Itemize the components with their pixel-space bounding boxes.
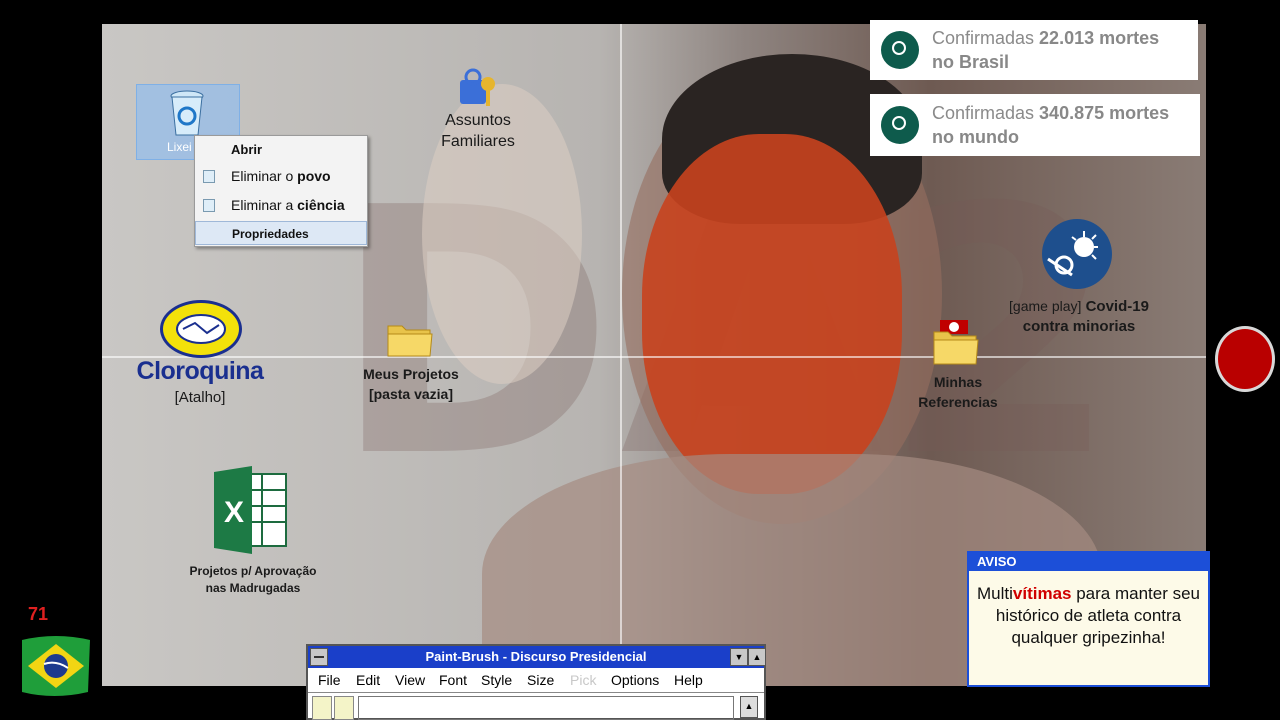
whatsapp-icon bbox=[881, 106, 919, 144]
menu-help[interactable]: Help bbox=[674, 668, 703, 692]
covid-game-icon[interactable] bbox=[1042, 219, 1112, 289]
scissors-tool-icon[interactable] bbox=[312, 696, 332, 720]
covid-game-label-line1: [game play] Covid-19 bbox=[1009, 298, 1149, 315]
assuntos-familiares-label: Assuntos Familiares bbox=[441, 112, 515, 150]
menu-item-eliminate-people-label: Eliminar o povo bbox=[231, 168, 331, 184]
covid-game-label-line2: contra minorias bbox=[1022, 318, 1136, 335]
paintbrush-title: Paint-Brush - Discurso Presidencial bbox=[425, 649, 647, 664]
minimize-button[interactable]: ▼ bbox=[730, 648, 748, 666]
notification-world-text: Confirmadas 340.875 mortes no mundo bbox=[932, 103, 1170, 147]
menu-options[interactable]: Options bbox=[611, 668, 659, 692]
menu-item-eliminate-people[interactable]: Eliminar o povo bbox=[195, 162, 367, 190]
excel-projects-label: Projetos p/ Aprovação nas Madrugadas bbox=[189, 564, 317, 595]
brazil-flag-icon bbox=[22, 636, 90, 696]
folder-icon[interactable] bbox=[386, 318, 434, 358]
menu-item-open[interactable]: Abrir bbox=[195, 136, 367, 164]
paintbrush-menubar: File Edit View Font Style Size Pick Opti… bbox=[308, 668, 764, 693]
notification-brazil-text: Confirmadas 22.013 mortes no Brasil bbox=[932, 28, 1160, 72]
handshake-logo-icon[interactable] bbox=[160, 300, 242, 358]
menu-item-properties[interactable]: Propriedades bbox=[195, 221, 367, 245]
excel-icon[interactable]: X bbox=[212, 466, 288, 554]
menu-item-properties-label: Propriedades bbox=[232, 227, 309, 241]
system-menu-button[interactable] bbox=[310, 648, 328, 666]
menu-font[interactable]: Font bbox=[439, 668, 467, 692]
menu-item-eliminate-science-label: Eliminar a ciência bbox=[231, 197, 345, 213]
virus-icon bbox=[1047, 231, 1098, 277]
menu-pick: Pick bbox=[570, 672, 597, 688]
recycle-bin-icon bbox=[170, 90, 204, 136]
maximize-button[interactable]: ▲ bbox=[748, 648, 766, 666]
notification-brazil: Confirmadas 22.013 mortes no Brasil bbox=[870, 20, 1198, 80]
cloroquina-shortcut-label: [Atalho] bbox=[174, 389, 226, 406]
folder-flag-icon[interactable] bbox=[932, 318, 980, 366]
recycle-bin-label: Lixei bbox=[167, 140, 192, 154]
meus-projetos-label: Meus Projetos [pasta vazia] bbox=[363, 366, 459, 402]
paintbrush-title-bar: Paint-Brush - Discurso Presidencial bbox=[308, 646, 764, 668]
menu-style[interactable]: Style bbox=[481, 668, 512, 692]
key-lock-icon[interactable] bbox=[458, 68, 498, 108]
menu-size[interactable]: Size bbox=[527, 668, 554, 692]
minhas-referencias-label: Minhas Referencias bbox=[918, 374, 998, 410]
menu-view[interactable]: View bbox=[395, 668, 425, 692]
scrollbar-up-button[interactable]: ▲ bbox=[740, 696, 758, 718]
warning-dialog-message: Multivítimas para manter seu histórico d… bbox=[977, 584, 1201, 647]
cloroquina-logo-text: Cloroquina bbox=[136, 357, 264, 385]
paintbrush-window: Paint-Brush - Discurso Presidencial ▼ ▲ … bbox=[306, 644, 766, 720]
menu-file[interactable]: File bbox=[318, 668, 341, 692]
handshake-icon bbox=[176, 314, 226, 344]
record-button[interactable] bbox=[1215, 326, 1275, 392]
counter-value: 71 bbox=[28, 604, 49, 624]
context-menu: Abrir Eliminar o povo Eliminar a ciência… bbox=[194, 135, 368, 247]
whatsapp-icon bbox=[881, 31, 919, 69]
svg-text:X: X bbox=[224, 496, 244, 529]
warning-dialog: AVISO Multivítimas para manter seu histó… bbox=[967, 551, 1210, 687]
menu-item-eliminate-science[interactable]: Eliminar a ciência bbox=[195, 191, 367, 219]
menu-item-open-label: Abrir bbox=[231, 142, 263, 157]
recycle-small-icon bbox=[203, 170, 215, 183]
menu-edit[interactable]: Edit bbox=[356, 668, 380, 692]
warning-dialog-title: AVISO bbox=[969, 553, 1208, 571]
notification-world: Confirmadas 340.875 mortes no mundo bbox=[870, 94, 1200, 156]
paint-canvas[interactable] bbox=[358, 696, 734, 720]
crosshair-horizontal bbox=[102, 356, 1206, 358]
recycle-small-icon bbox=[203, 199, 215, 212]
crosshair-vertical bbox=[620, 24, 622, 686]
select-tool-icon[interactable] bbox=[334, 696, 354, 720]
red-face-mask bbox=[642, 134, 902, 494]
